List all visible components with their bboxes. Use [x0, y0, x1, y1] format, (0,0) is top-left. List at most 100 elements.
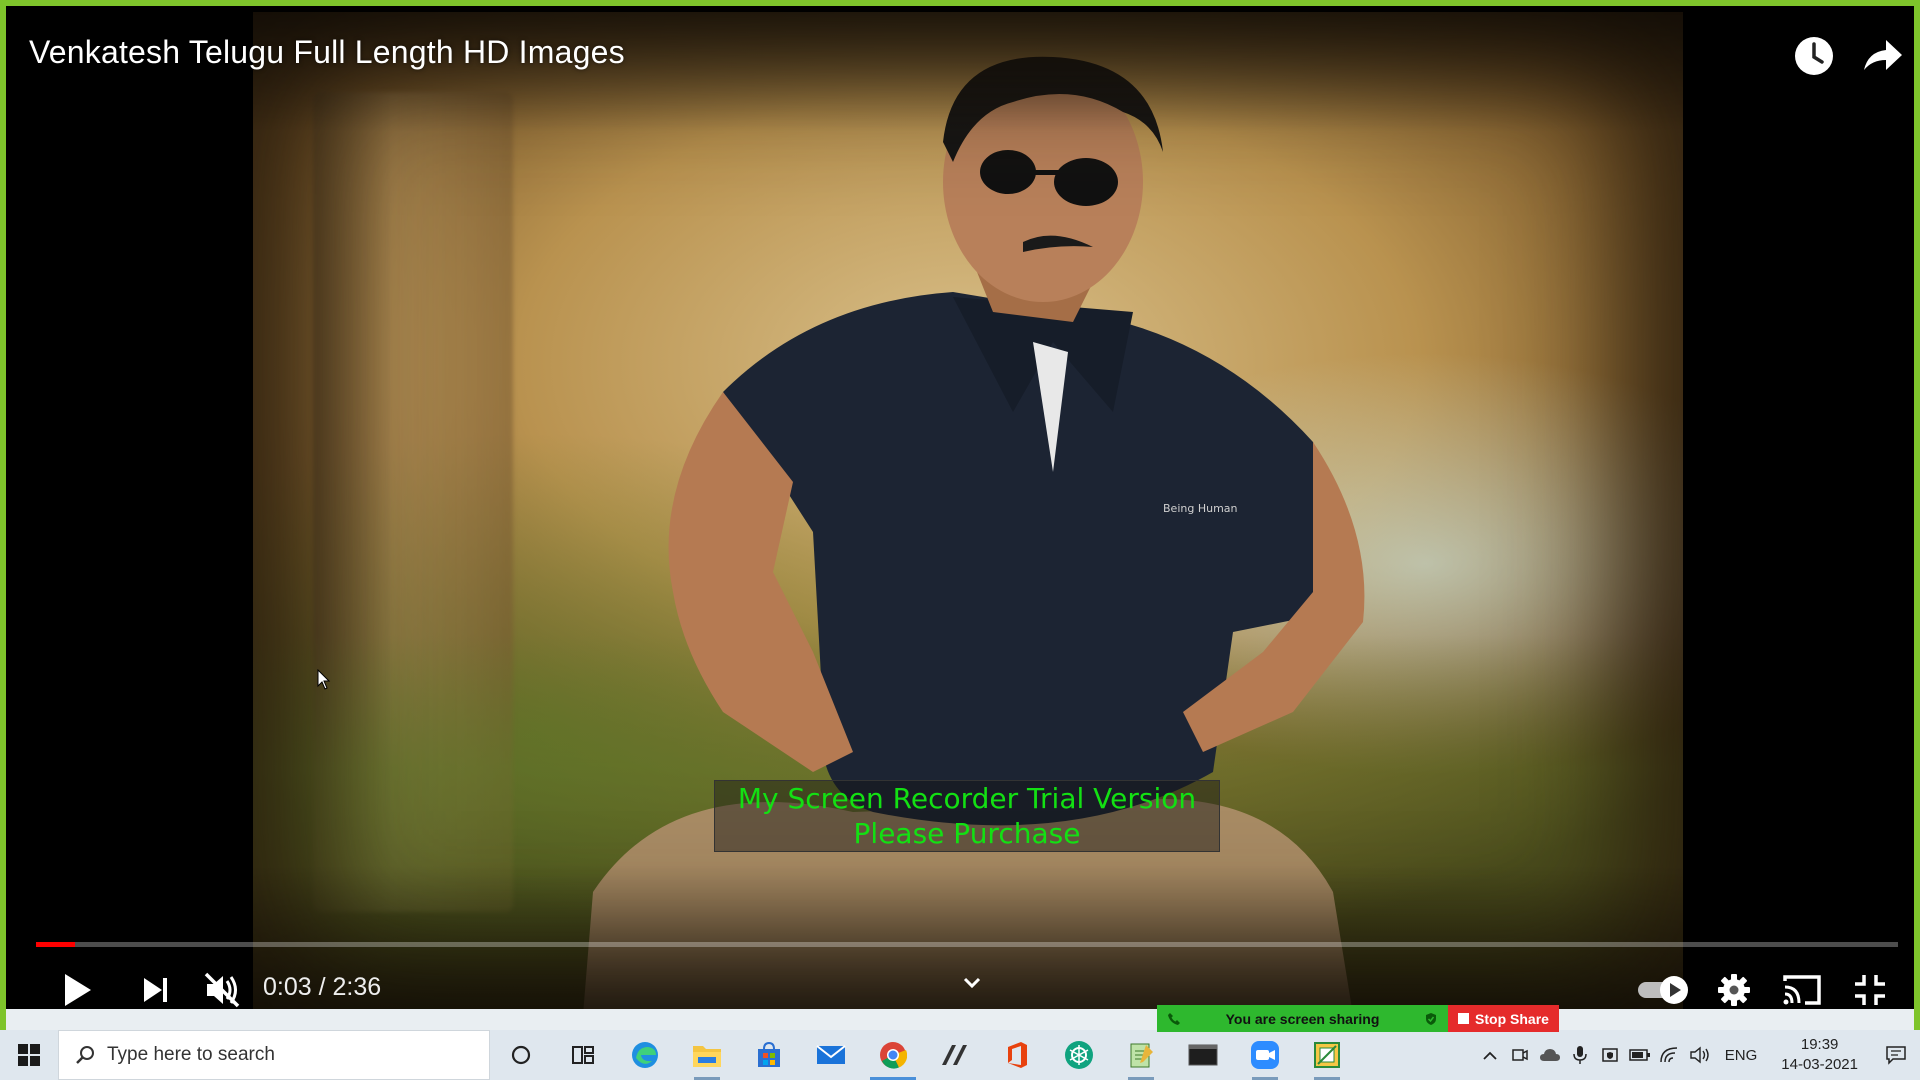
- start-button[interactable]: [0, 1030, 58, 1080]
- clock-date: 14-03-2021: [1781, 1056, 1858, 1073]
- duration: 2:36: [332, 973, 382, 1001]
- tray-onedrive[interactable]: [1535, 1030, 1565, 1080]
- tray-battery[interactable]: [1625, 1030, 1655, 1080]
- taskbar-app-store[interactable]: [738, 1030, 800, 1080]
- cast-button[interactable]: [1774, 962, 1830, 1015]
- taskbar-app-snipping-tool[interactable]: [1296, 1030, 1358, 1080]
- autoplay-toggle[interactable]: [1632, 962, 1696, 1015]
- mouse-cursor-icon: [317, 669, 331, 690]
- action-center-button[interactable]: [1872, 1030, 1920, 1080]
- watch-later-button[interactable]: [1790, 32, 1838, 80]
- office-icon: [1008, 1042, 1027, 1068]
- taskbar-app-chrome[interactable]: [862, 1030, 924, 1080]
- screen-capture-frame: Being Human Venkatesh Telugu Full Length…: [0, 0, 1920, 1030]
- webcam-icon: [1512, 1049, 1528, 1061]
- exit-fullscreen-icon: [1855, 975, 1885, 1005]
- input-language[interactable]: ENG: [1715, 1047, 1768, 1064]
- video-title[interactable]: Venkatesh Telugu Full Length HD Images: [29, 34, 625, 71]
- taskbar-app-office[interactable]: [986, 1030, 1048, 1080]
- notepad-icon: [1130, 1043, 1153, 1068]
- progress-bar[interactable]: [36, 942, 1898, 947]
- taskbar-app-terminal[interactable]: [1172, 1030, 1234, 1080]
- zoom-icon: [1251, 1041, 1279, 1069]
- taskbar-app-notepad[interactable]: [1110, 1030, 1172, 1080]
- cortana-icon: [511, 1045, 531, 1065]
- taskbar-app-mail[interactable]: [800, 1030, 862, 1080]
- settings-button[interactable]: [1706, 962, 1762, 1015]
- taskbar-app-zoom[interactable]: [1234, 1030, 1296, 1080]
- gear-icon: [1718, 974, 1750, 1006]
- windows-taskbar: Type here to search ENG 19:39 14-03-2021: [0, 1030, 1920, 1080]
- edge-icon: [632, 1042, 658, 1068]
- recorder-watermark: My Screen Recorder Trial Version Please …: [714, 780, 1220, 852]
- windows-logo-icon: [18, 1044, 40, 1066]
- current-time: 0:03: [263, 973, 312, 1001]
- clock-time: 19:39: [1800, 1036, 1839, 1053]
- chrome-icon: [880, 1042, 907, 1069]
- taskbar-app-edge[interactable]: [614, 1030, 676, 1080]
- stop-square-icon: [1458, 1013, 1470, 1024]
- cortana-button[interactable]: [490, 1030, 552, 1080]
- speaker-icon: [1690, 1046, 1709, 1064]
- system-tray: ENG 19:39 14-03-2021: [1475, 1030, 1920, 1080]
- wacom-icon: [942, 1045, 967, 1065]
- tray-meet-now[interactable]: [1505, 1030, 1535, 1080]
- share-button[interactable]: [1858, 32, 1906, 80]
- stop-share-label: Stop Share: [1475, 1010, 1549, 1027]
- unmute-button[interactable]: [194, 962, 250, 1015]
- battery-icon: [1629, 1049, 1650, 1061]
- autoplay-switch-icon: [1638, 976, 1688, 1004]
- file-explorer-icon: [693, 1046, 721, 1067]
- defender-icon: [1602, 1048, 1618, 1062]
- play-button[interactable]: [50, 962, 106, 1015]
- volume-muted-icon: [204, 972, 240, 1008]
- search-placeholder: Type here to search: [107, 1044, 275, 1065]
- cast-icon: [1783, 975, 1821, 1005]
- clock-icon: [1795, 37, 1833, 75]
- screen-share-banner: You are screen sharing Stop Share: [1157, 1005, 1559, 1032]
- next-video-button[interactable]: [128, 962, 184, 1015]
- show-hidden-icons-button[interactable]: [1475, 1030, 1505, 1080]
- tray-security[interactable]: [1595, 1030, 1625, 1080]
- taskbar-search-box[interactable]: Type here to search: [58, 1030, 490, 1080]
- skip-next-icon: [144, 978, 167, 1002]
- mail-icon: [816, 1045, 846, 1064]
- taskbar-app-wacom[interactable]: [924, 1030, 986, 1080]
- play-icon: [65, 974, 91, 1006]
- chevron-down-icon: [963, 977, 981, 989]
- screen-share-status-text: You are screen sharing: [1225, 1010, 1380, 1027]
- tray-volume[interactable]: [1685, 1030, 1715, 1080]
- watermark-line-1: My Screen Recorder Trial Version: [737, 782, 1197, 815]
- task-view-button[interactable]: [552, 1030, 614, 1080]
- chevron-up-icon: [1483, 1051, 1497, 1060]
- taskbar-app-chatgpt[interactable]: [1048, 1030, 1110, 1080]
- tray-wifi[interactable]: [1655, 1030, 1685, 1080]
- wifi-icon: [1660, 1047, 1677, 1063]
- cloud-icon: [1539, 1049, 1560, 1061]
- top-overlay: [12, 12, 1914, 132]
- shield-check-icon: [1426, 1012, 1436, 1025]
- terminal-icon: [1188, 1044, 1218, 1066]
- browser-bottom-strip: [0, 1009, 1920, 1030]
- screen-share-status[interactable]: You are screen sharing: [1157, 1005, 1448, 1032]
- tray-microphone[interactable]: [1565, 1030, 1595, 1080]
- share-arrow-icon: [1864, 40, 1902, 70]
- video-player[interactable]: Being Human Venkatesh Telugu Full Length…: [12, 12, 1914, 1015]
- progress-played: [36, 942, 76, 947]
- microsoft-store-icon: [758, 1041, 780, 1067]
- taskbar-clock[interactable]: 19:39 14-03-2021: [1767, 1035, 1872, 1075]
- stop-share-button[interactable]: Stop Share: [1448, 1005, 1559, 1032]
- notification-icon: [1886, 1046, 1906, 1065]
- chatgpt-icon: [1065, 1041, 1093, 1069]
- snipping-tool-icon: [1314, 1042, 1340, 1068]
- exit-fullscreen-button[interactable]: [1842, 962, 1898, 1015]
- phone-icon: [1168, 1012, 1180, 1025]
- watermark-line-2: Please Purchase: [853, 817, 1081, 850]
- time-separator: /: [311, 973, 333, 1001]
- expand-chevron-button[interactable]: [957, 970, 987, 996]
- taskbar-app-file-explorer[interactable]: [676, 1030, 738, 1080]
- time-display: 0:03 / 2:36: [263, 973, 381, 1002]
- search-icon: [76, 1046, 94, 1064]
- task-view-icon: [572, 1046, 594, 1064]
- microphone-icon: [1573, 1046, 1587, 1064]
